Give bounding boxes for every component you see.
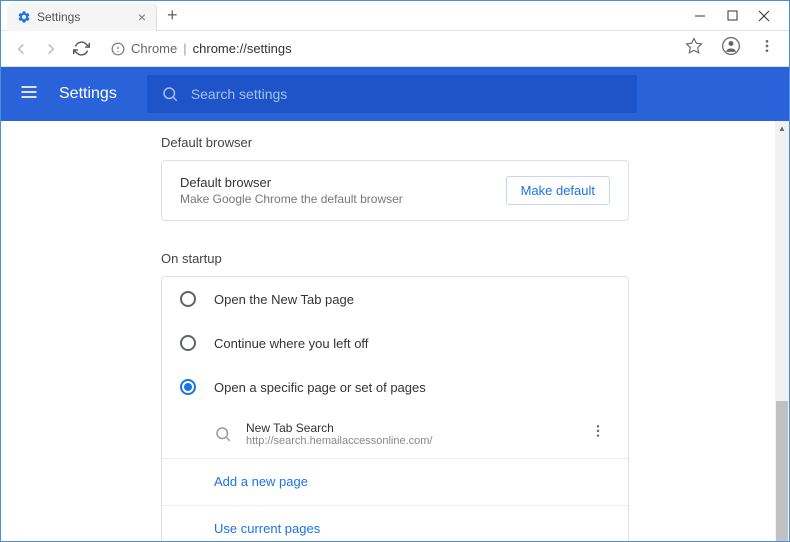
scrollbar-up-icon[interactable]: ▲ (775, 121, 789, 135)
startup-card: Open the New Tab page Continue where you… (161, 276, 629, 541)
radio-label: Continue where you left off (214, 336, 368, 351)
back-button[interactable] (11, 39, 31, 59)
bookmark-star-icon[interactable] (681, 37, 707, 60)
content-area: ▲ Default browser Default browser Make G… (1, 121, 789, 541)
search-input[interactable] (191, 86, 623, 102)
window-controls (693, 9, 789, 23)
minimize-button[interactable] (693, 9, 707, 23)
url-text: chrome://settings (193, 41, 292, 56)
radio-icon (180, 335, 196, 351)
titlebar: Settings × + (1, 1, 789, 31)
scrollbar[interactable]: ▲ (775, 121, 789, 541)
settings-gear-icon (17, 10, 31, 24)
reload-button[interactable] (71, 39, 91, 59)
tab-close-icon[interactable]: × (138, 9, 146, 25)
add-new-page-link[interactable]: Add a new page (214, 474, 308, 489)
use-current-pages-row: Use current pages (162, 505, 628, 541)
default-browser-subtitle: Make Google Chrome the default browser (180, 192, 403, 206)
address-bar: Chrome | chrome://settings (1, 31, 789, 67)
startup-page-entry: New Tab Search http://search.hemailacces… (162, 409, 628, 458)
url-box[interactable]: Chrome | chrome://settings (101, 37, 671, 60)
scrollbar-thumb[interactable] (776, 401, 788, 541)
startup-option-specific[interactable]: Open a specific page or set of pages (162, 365, 628, 409)
radio-icon (180, 291, 196, 307)
startup-option-continue[interactable]: Continue where you left off (162, 321, 628, 365)
search-icon (214, 425, 232, 443)
search-settings-box[interactable] (147, 75, 637, 113)
page-entry-url: http://search.hemailaccessonline.com/ (246, 435, 572, 447)
radio-label: Open a specific page or set of pages (214, 380, 426, 395)
browser-menu-icon[interactable] (755, 38, 779, 59)
radio-label: Open the New Tab page (214, 292, 354, 307)
search-icon (161, 85, 179, 103)
url-scheme-label: Chrome (131, 41, 177, 56)
hamburger-menu-icon[interactable] (19, 82, 39, 107)
default-browser-heading: Default browser (161, 135, 629, 150)
profile-icon[interactable] (717, 36, 745, 61)
tab-title: Settings (37, 10, 132, 24)
make-default-button[interactable]: Make default (506, 176, 610, 205)
page-title: Settings (59, 85, 117, 103)
default-browser-title: Default browser (180, 175, 403, 190)
close-button[interactable] (757, 9, 771, 23)
radio-icon-selected (180, 379, 196, 395)
browser-tab[interactable]: Settings × (7, 3, 157, 31)
new-tab-button[interactable]: + (157, 5, 188, 26)
default-browser-card: Default browser Make Google Chrome the d… (161, 160, 629, 221)
site-info-icon[interactable] (111, 42, 125, 56)
more-actions-icon[interactable] (586, 419, 610, 448)
maximize-button[interactable] (725, 9, 739, 23)
settings-header: Settings (1, 67, 789, 121)
startup-option-newtab[interactable]: Open the New Tab page (162, 277, 628, 321)
add-new-page-row: Add a new page (162, 458, 628, 505)
use-current-pages-link[interactable]: Use current pages (214, 521, 320, 536)
startup-heading: On startup (161, 251, 629, 266)
page-entry-title: New Tab Search (246, 421, 572, 435)
forward-button[interactable] (41, 39, 61, 59)
